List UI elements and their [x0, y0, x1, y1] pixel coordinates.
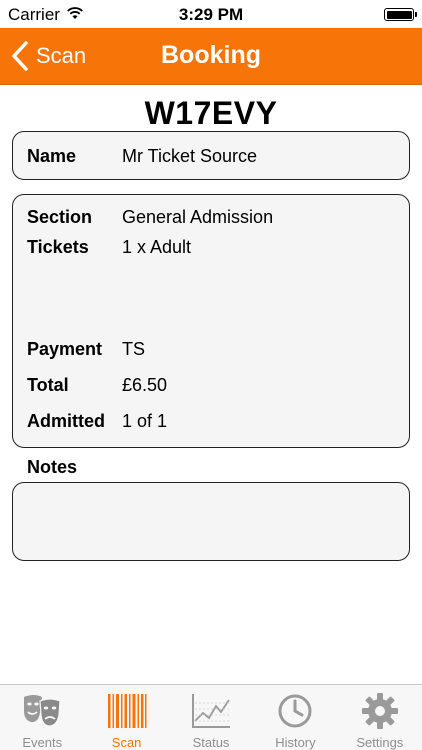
payment-label: Payment	[27, 339, 103, 359]
name-label: Name	[27, 146, 77, 166]
line-chart-icon	[192, 694, 231, 728]
navigation-bar: Scan Booking	[0, 28, 422, 85]
total-row: Total £6.50	[27, 375, 167, 396]
details-panel: Section General Admission Tickets 1 x Ad…	[12, 194, 410, 448]
section-label: Section	[27, 207, 93, 227]
tab-events[interactable]: Events	[0, 685, 84, 750]
admitted-row: Admitted 1 of 1	[27, 411, 167, 432]
booking-reference: W17EVY	[144, 95, 278, 131]
barcode-icon	[107, 694, 147, 728]
name-row: Name Mr Ticket Source	[27, 146, 257, 167]
tickets-row: Tickets 1 x Adult	[27, 237, 191, 258]
admitted-label: Admitted	[27, 411, 105, 431]
clock-icon	[278, 694, 312, 728]
tab-history-label: History	[275, 735, 316, 750]
admitted-value: 1 of 1	[122, 411, 168, 431]
tickets-value: 1 x Adult	[122, 237, 192, 257]
notes-field[interactable]	[12, 482, 410, 561]
total-value: £6.50	[122, 375, 168, 395]
tab-settings[interactable]: Settings	[338, 685, 422, 750]
tab-history[interactable]: History	[253, 685, 337, 750]
tab-settings-label: Settings	[356, 735, 404, 750]
page-title: Booking	[161, 41, 261, 69]
tickets-label: Tickets	[27, 237, 89, 257]
name-value: Mr Ticket Source	[122, 146, 258, 166]
notes-label: Notes	[27, 457, 78, 477]
tab-bar: Events Scan Status History Settings	[0, 684, 422, 750]
total-label: Total	[27, 375, 69, 395]
status-bar: Carrier 3:29 PM	[0, 0, 422, 28]
theatre-masks-icon	[24, 695, 61, 727]
battery-icon	[384, 8, 417, 21]
notes-text	[13, 483, 409, 503]
payment-value: TS	[122, 339, 146, 359]
section-row: Section General Admission	[27, 207, 273, 228]
tab-scan-label: Scan	[111, 735, 142, 750]
payment-row: Payment TS	[27, 339, 145, 360]
tab-scan[interactable]: Scan	[84, 685, 168, 750]
gear-icon	[361, 693, 398, 729]
tab-events-label: Events	[22, 735, 63, 750]
tab-status[interactable]: Status	[169, 685, 253, 750]
tab-status-label: Status	[192, 735, 230, 750]
status-time: 3:29 PM	[178, 5, 244, 24]
name-panel: Name Mr Ticket Source	[12, 131, 410, 180]
section-value: General Admission	[122, 207, 274, 227]
